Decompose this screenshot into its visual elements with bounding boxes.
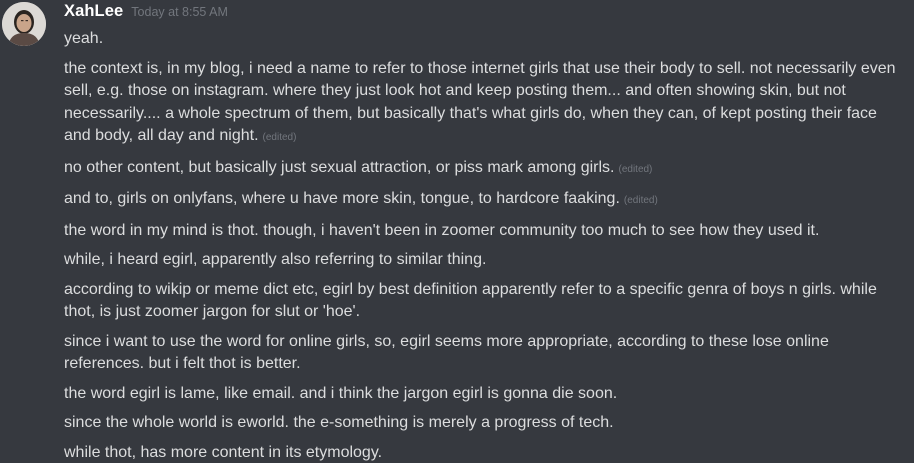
message-text: yeah. [64,28,904,51]
message-text: while, i heard egirl, apparently also re… [64,249,904,272]
message-content: according to wikip or meme dict etc, egi… [64,280,877,321]
edited-label: (edited) [618,163,653,175]
message-timestamp: Today at 8:55 AM [131,5,228,19]
edited-label: (edited) [623,195,658,206]
message-content: the context is, in my blog, i need a nam… [64,59,896,145]
message-header: XahLee Today at 8:55 AM [64,2,228,24]
message-content: the word egirl is lame, like email. and … [64,384,618,402]
message-text: since i want to use the word for online … [64,331,904,376]
message-text: the word in my mind is thot. though, i h… [64,220,904,243]
user-photo-icon [2,2,46,46]
message-content: and to, girls on onlyfans, where u have … [64,190,620,207]
message-content: the word in my mind is thot. though, i h… [64,221,820,239]
message-list: yeah. the context is, in my blog, i need… [64,28,904,463]
message-content: while thot, has more content in its etym… [64,443,383,461]
message-content: since the whole world is eworld. the e-s… [64,414,614,431]
message-text: no other content, but basically just sex… [64,157,904,182]
message-text: according to wikip or meme dict etc, egi… [64,279,904,324]
message-content: since i want to use the word for online … [64,332,829,373]
message-text: the word egirl is lame, like email. and … [64,383,904,406]
message-text: while thot, has more content in its etym… [64,442,904,463]
message-group: XahLee Today at 8:55 AM yeah. the contex… [0,0,914,463]
edited-label: (edited) [262,132,297,143]
message-text: since the whole world is eworld. the e-s… [64,412,904,435]
message-content: no other content, but basically just sex… [64,158,615,176]
message-content: while, i heard egirl, apparently also re… [64,251,487,268]
username[interactable]: XahLee [64,2,123,21]
message-text: the context is, in my blog, i need a nam… [64,58,904,150]
user-avatar[interactable] [2,2,46,46]
message-content: yeah. [64,30,104,47]
message-text: and to, girls on onlyfans, where u have … [64,188,904,213]
